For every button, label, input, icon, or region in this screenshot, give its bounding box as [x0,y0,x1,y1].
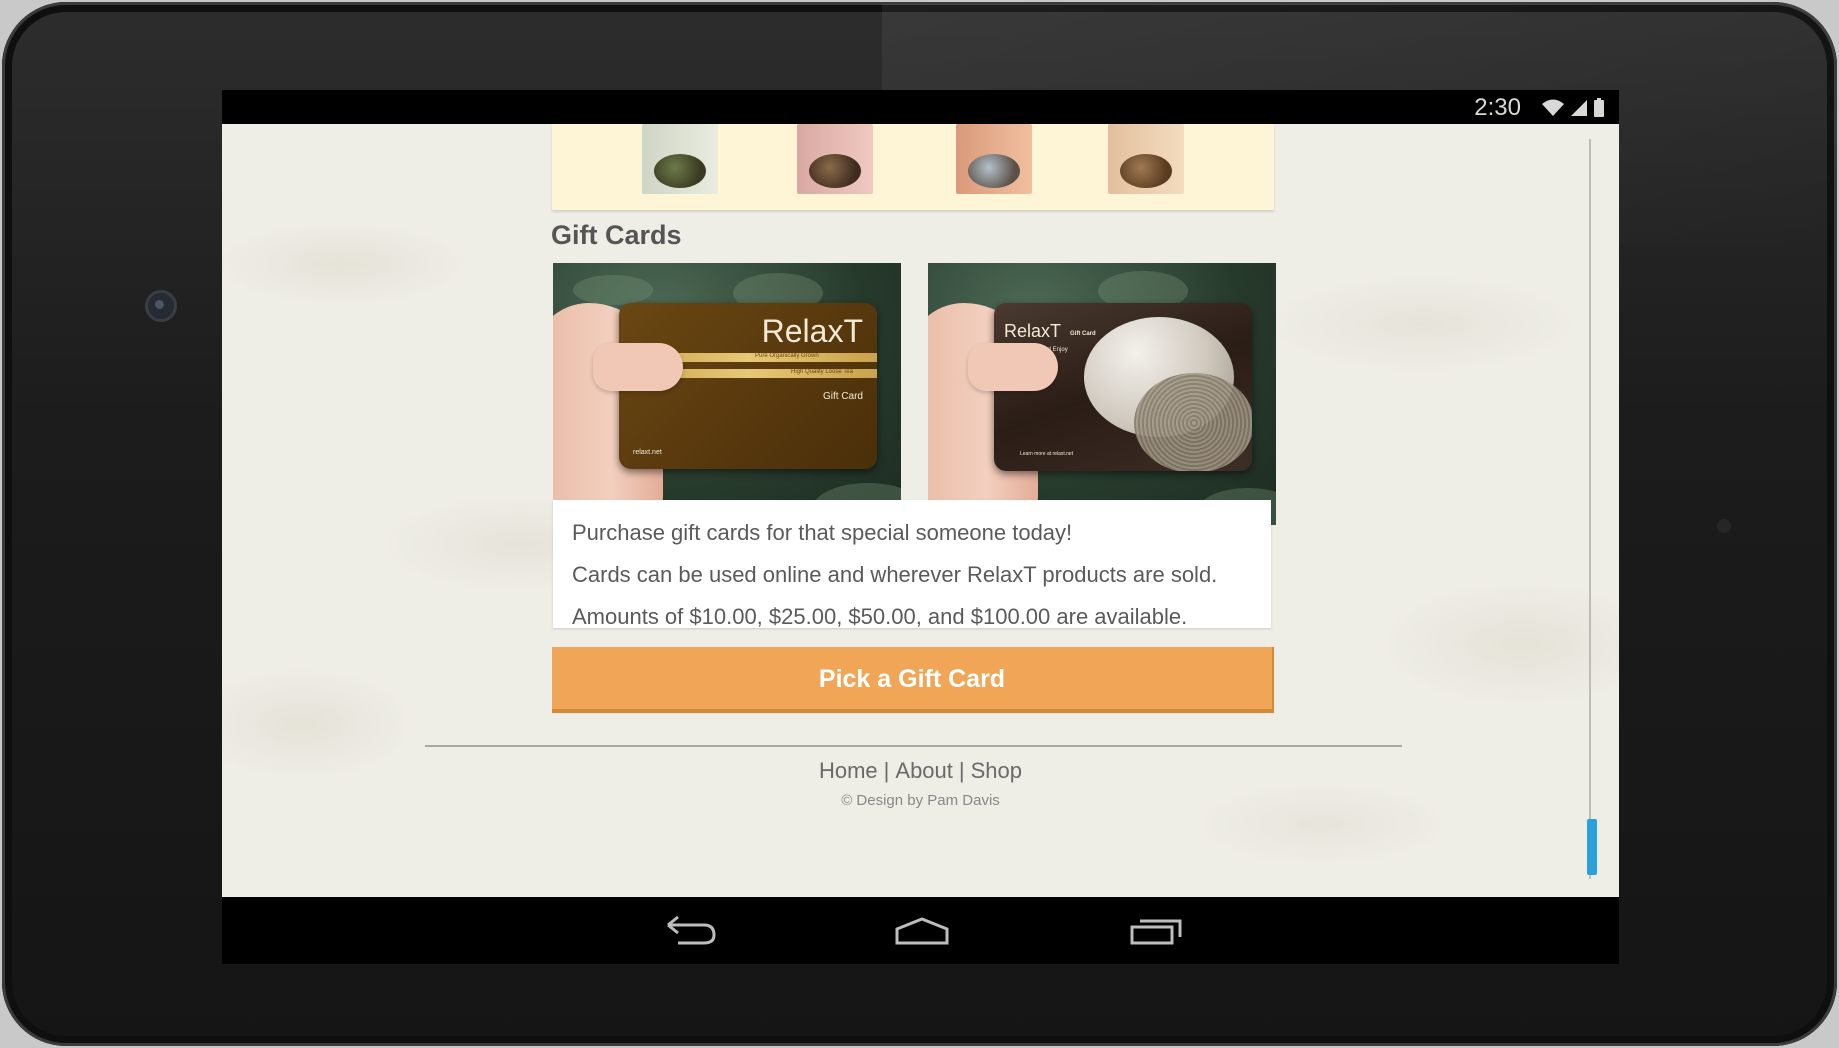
info-line: Purchase gift cards for that special som… [572,520,1073,545]
back-icon [667,915,716,945]
info-line: Cards can be used online and wherever Re… [572,562,1218,587]
thumb-image [968,343,1058,391]
card-brand: RelaxT [1004,321,1062,341]
scrollbar-track[interactable] [1589,139,1591,879]
wifi-icon [1542,99,1564,116]
home-button[interactable] [887,913,957,949]
navigation-bar [222,897,1619,964]
strainer-image [1134,373,1252,471]
light-sensor [1717,519,1731,533]
signal-icon [1571,100,1587,116]
tea-product-image[interactable] [642,124,718,194]
footer-separator: | [958,758,965,783]
tea-product-image[interactable] [956,124,1032,194]
section-title: Gift Cards [551,220,682,250]
recent-apps-icon [1130,919,1182,945]
info-line: Amounts of $10.00, $25.00, $50.00, and $… [572,604,1188,629]
front-camera [145,290,177,322]
card-footer: Learn more at relaxt.net [1020,451,1074,457]
web-content: Gift Cards RelaxT Pure Organically Grown… [222,124,1619,897]
footer-nav: Home | About | Shop [222,758,1619,784]
product-strip [552,124,1274,210]
card-line-1: Pure Organically Grown [755,353,819,359]
card-brand: RelaxT [761,313,863,349]
card-badge: Gift Card [1070,331,1096,337]
footer-divider [425,745,1402,747]
footer-separator: | [883,758,890,783]
card-label: Gift Card [822,391,863,402]
footer-link-shop[interactable]: Shop [971,758,1022,783]
tea-product-image[interactable] [797,124,873,194]
card-line-2: High Quality Loose Tea [791,369,853,375]
home-icon [895,917,949,945]
design-credit: © Design by Pam Davis [841,792,1000,809]
card-site: relaxt.net [633,449,662,456]
gift-card-image-gold[interactable]: RelaxT Pure Organically Grown High Quali… [553,263,901,525]
pick-gift-card-button[interactable]: Pick a Gift Card [552,647,1274,713]
back-button[interactable] [656,913,726,949]
tea-product-image[interactable] [1108,124,1184,194]
thumb-image [593,343,683,391]
gift-card-info: Purchase gift cards for that special som… [553,500,1271,629]
status-icons [1541,98,1605,118]
battery-icon [1594,98,1604,117]
tablet-device: 2:30 Gift Cards RelaxT Pure Organically … [2,2,1839,1046]
gift-card-image-teapot[interactable]: RelaxT Gift Card Relax and Enjoy Learn m… [928,263,1276,525]
status-bar: 2:30 [222,90,1619,124]
footer-link-about[interactable]: About [895,758,953,783]
status-time: 2:30 [1474,94,1521,121]
recent-apps-button[interactable] [1121,913,1191,949]
footer-link-home[interactable]: Home [819,758,878,783]
screen: 2:30 Gift Cards RelaxT Pure Organically … [222,90,1619,964]
scrollbar-thumb[interactable] [1587,819,1597,875]
